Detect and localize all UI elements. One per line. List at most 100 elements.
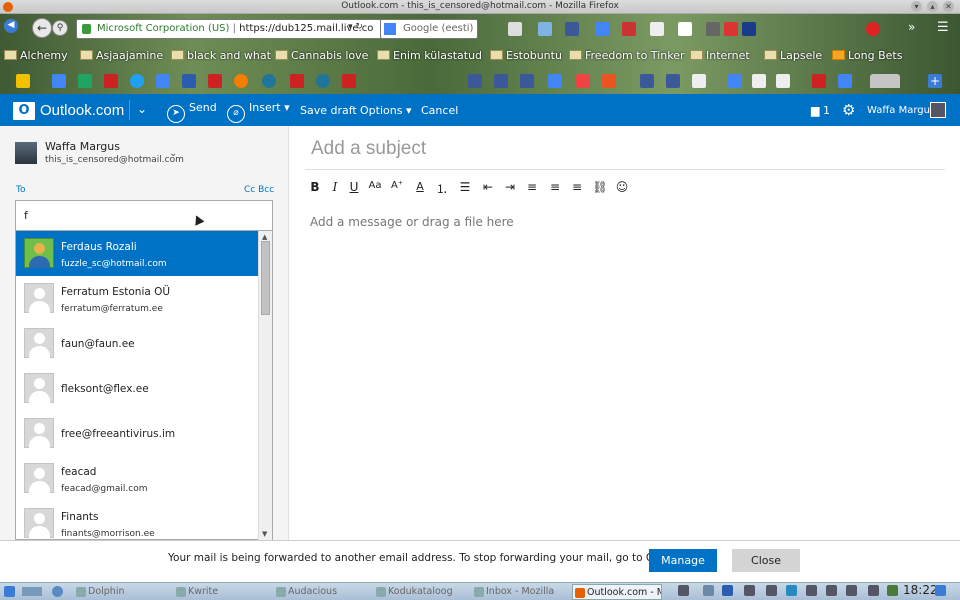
cancel-button[interactable]: Cancel bbox=[421, 104, 458, 117]
task-inbox[interactable]: Inbox - Mozilla bbox=[472, 584, 566, 600]
volume-icon[interactable] bbox=[826, 585, 837, 596]
suggestion-item[interactable]: feacad feacad@gmail.com bbox=[16, 456, 261, 501]
map-icon[interactable] bbox=[182, 74, 196, 88]
device-icon[interactable] bbox=[766, 585, 777, 596]
align-right-icon[interactable]: ≡ bbox=[568, 180, 586, 194]
url-dropdown-icon[interactable]: ▾ ↻ bbox=[348, 22, 363, 32]
avatar[interactable] bbox=[930, 102, 946, 118]
font-size-icon[interactable]: Aa bbox=[366, 180, 384, 191]
badge-icon[interactable] bbox=[866, 22, 880, 36]
tag-icon[interactable] bbox=[650, 22, 664, 36]
back-button[interactable]: ← bbox=[32, 18, 52, 38]
minimize-icon[interactable]: ▾ bbox=[911, 1, 922, 12]
suggestion-item[interactable]: Finants finants@morrison.ee bbox=[16, 501, 261, 539]
bookmark-lapsele[interactable]: Lapsele bbox=[764, 49, 822, 62]
flag-icon[interactable] bbox=[742, 22, 756, 36]
wordpress-icon[interactable] bbox=[316, 74, 330, 88]
suggestion-item[interactable]: Ferdaus Rozali fuzzle_sc@hotmail.com bbox=[16, 231, 261, 276]
identity-icon[interactable]: ⚲ bbox=[52, 20, 68, 36]
from-chevron-down-icon[interactable]: ⌄ bbox=[169, 148, 177, 159]
scroll-down-icon[interactable]: ▼ bbox=[262, 530, 267, 538]
youtube-icon[interactable] bbox=[812, 74, 826, 88]
google-plus-icon[interactable] bbox=[595, 22, 609, 36]
outlook-brand[interactable]: Outlook.com bbox=[40, 102, 124, 119]
google-icon[interactable] bbox=[548, 74, 562, 88]
suggestion-item[interactable]: free@freeantivirus.im bbox=[16, 411, 261, 456]
maximize-icon[interactable]: ▴ bbox=[927, 1, 938, 12]
emoji-icon[interactable]: ☺ bbox=[613, 180, 631, 194]
terminal-icon[interactable] bbox=[678, 585, 689, 596]
message-body[interactable]: Add a message or drag a file here bbox=[310, 215, 514, 229]
bluetooth-icon[interactable] bbox=[722, 585, 733, 596]
subject-input[interactable]: Add a subject bbox=[311, 138, 426, 160]
facebook-icon[interactable] bbox=[666, 74, 680, 88]
skype-icon[interactable] bbox=[786, 585, 797, 596]
network-icon[interactable] bbox=[846, 585, 857, 596]
header-user-name[interactable]: Waffa Margus bbox=[867, 105, 935, 116]
decrease-indent-icon[interactable]: ⇤ bbox=[479, 180, 497, 194]
bullet-list-icon[interactable]: ☰ bbox=[456, 180, 474, 194]
download-icon[interactable] bbox=[678, 22, 692, 36]
google-icon[interactable] bbox=[728, 74, 742, 88]
bookmark-cannabis-love[interactable]: Cannabis love bbox=[275, 49, 368, 62]
youtube-icon[interactable] bbox=[342, 74, 356, 88]
link-icon[interactable]: ⛓ bbox=[591, 180, 609, 194]
blogger-icon[interactable] bbox=[234, 74, 248, 88]
grow-font-icon[interactable]: A⁺ bbox=[388, 180, 406, 191]
youtube-icon[interactable] bbox=[208, 74, 222, 88]
show-desktop-icon[interactable] bbox=[935, 585, 946, 596]
task-kwrite[interactable]: Kwrite bbox=[174, 584, 264, 600]
bold-icon[interactable]: B bbox=[306, 180, 324, 194]
youtube-icon[interactable] bbox=[104, 74, 118, 88]
google-icon[interactable] bbox=[838, 74, 852, 88]
suggestion-item[interactable]: faun@faun.ee bbox=[16, 321, 261, 366]
url-bar[interactable]: Microsoft Corporation (US) | https://dub… bbox=[76, 19, 390, 39]
wikipedia-icon[interactable] bbox=[776, 74, 790, 88]
ubuntu-icon[interactable] bbox=[602, 74, 616, 88]
close-button[interactable]: Close bbox=[732, 549, 800, 572]
facebook-icon[interactable] bbox=[640, 74, 654, 88]
browser-launcher-icon[interactable] bbox=[52, 586, 63, 597]
insert-button[interactable]: ⌀ Insert ▾ bbox=[227, 101, 290, 123]
bookmark-alchemy[interactable]: Alchemy bbox=[4, 49, 68, 62]
menu-arrow-icon[interactable]: ◀ bbox=[4, 19, 18, 33]
home-icon[interactable] bbox=[508, 22, 522, 36]
task-outlook[interactable]: Outlook.com - M bbox=[572, 584, 662, 600]
start-menu-icon[interactable] bbox=[4, 586, 15, 597]
clock[interactable]: 18:22 bbox=[903, 583, 938, 597]
battery-icon[interactable] bbox=[887, 585, 898, 596]
bookmark-asjaajamine[interactable]: Asjaajamine bbox=[80, 49, 163, 62]
tab-close-icon[interactable] bbox=[870, 74, 900, 88]
scrollbar-thumb[interactable] bbox=[261, 241, 270, 315]
wifi-icon[interactable] bbox=[868, 585, 879, 596]
facebook-icon[interactable] bbox=[494, 74, 508, 88]
gear-icon[interactable]: ⚙ bbox=[842, 101, 855, 119]
facebook-icon[interactable] bbox=[565, 22, 579, 36]
suggestion-scrollbar[interactable]: ▲ ▼ bbox=[258, 231, 272, 540]
bookmark-freedom[interactable]: Freedom to Tinker bbox=[569, 49, 684, 62]
x-icon[interactable] bbox=[706, 22, 720, 36]
search-bar[interactable]: Google (eesti) bbox=[380, 19, 478, 39]
manage-button[interactable]: Manage bbox=[649, 549, 717, 572]
google-icon[interactable] bbox=[156, 74, 170, 88]
to-input[interactable] bbox=[15, 200, 273, 231]
outlook-logo-icon[interactable]: O bbox=[13, 102, 35, 120]
sheets-icon[interactable] bbox=[78, 74, 92, 88]
bookmark-internet[interactable]: Internet bbox=[690, 49, 750, 62]
italic-icon[interactable]: I bbox=[326, 180, 344, 194]
save-draft-button[interactable]: Save draft bbox=[300, 104, 357, 117]
tray-app-icon[interactable] bbox=[703, 585, 714, 596]
overflow-icon[interactable]: » bbox=[908, 20, 915, 34]
wikipedia-icon[interactable] bbox=[692, 74, 706, 88]
wordpress-icon[interactable] bbox=[262, 74, 276, 88]
clipboard-icon[interactable] bbox=[744, 585, 755, 596]
youtube-icon[interactable] bbox=[622, 22, 636, 36]
google-icon[interactable] bbox=[52, 74, 66, 88]
numbered-list-icon[interactable]: ⒈ bbox=[433, 180, 451, 197]
task-kodukataloog[interactable]: Kodukataloog bbox=[374, 584, 464, 600]
warning-icon[interactable] bbox=[16, 74, 30, 88]
app-switcher-icon[interactable]: ⌄ bbox=[137, 102, 147, 116]
close-window-icon[interactable]: ✕ bbox=[943, 1, 954, 12]
addon-icon[interactable] bbox=[538, 22, 552, 36]
bookmark-long-bets[interactable]: Long Bets bbox=[832, 49, 902, 62]
